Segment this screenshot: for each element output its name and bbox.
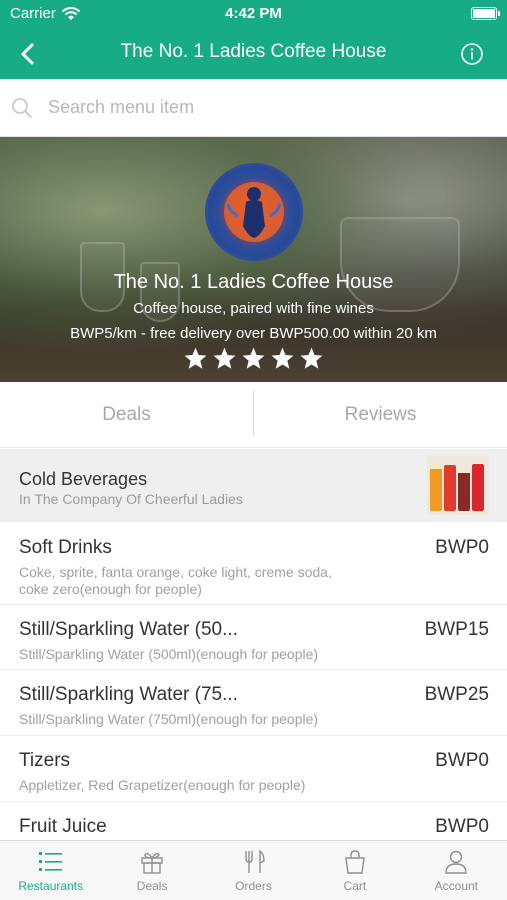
tabbar-label: Cart [343, 879, 367, 893]
restaurant-hero: The No. 1 Ladies Coffee House Coffee hou… [0, 137, 507, 382]
rating-stars [0, 346, 507, 371]
star-icon [271, 347, 294, 369]
delivery-info: BWP5/km - free delivery over BWP500.00 w… [70, 325, 437, 342]
status-bar: Carrier 4:42 PM [0, 0, 507, 28]
star-icon [300, 347, 323, 369]
menu-item-description: Coke, sprite, fanta orange, coke light, … [19, 564, 332, 597]
menu-item[interactable]: Still/Sparkling Water (50... BWP15 Still… [0, 605, 507, 670]
gift-icon [141, 852, 163, 874]
menu-item-description: Still/Sparkling Water (750ml)(enough for… [19, 711, 319, 727]
menu-item-name: Still/Sparkling Water (75... [19, 684, 238, 705]
status-time: 4:42 PM [225, 5, 282, 22]
battery-icon [471, 7, 500, 20]
menu-item-price: BWP15 [424, 619, 489, 640]
tabbar-label: Account [434, 879, 478, 893]
tabbar-restaurants[interactable]: Restaurants [0, 841, 101, 900]
category-thumbnail [427, 455, 489, 515]
menu-item-price: BWP25 [424, 684, 489, 705]
restaurants-icon [38, 852, 62, 871]
star-icon [242, 347, 265, 369]
bottom-tab-bar: Restaurants Deals Orders Cart Account [0, 840, 507, 900]
tabbar-label: Restaurants [18, 879, 84, 893]
search-input[interactable] [48, 97, 468, 118]
category-header[interactable]: Cold Beverages In The Company Of Cheerfu… [0, 449, 507, 522]
search-bar [0, 79, 507, 137]
tabbar-account[interactable]: Account [406, 841, 507, 900]
tabbar-cart[interactable]: Cart [304, 841, 405, 900]
info-icon[interactable] [459, 41, 485, 67]
orders-icon [244, 849, 265, 873]
restaurant-logo [205, 163, 303, 261]
category-title: Cold Beverages [19, 469, 148, 489]
menu-item-price: BWP0 [435, 537, 489, 558]
tab-reviews[interactable]: Reviews [254, 382, 507, 447]
menu-item-name: Tizers [19, 750, 71, 771]
tabbar-label: Orders [235, 879, 272, 893]
restaurant-name: The No. 1 Ladies Coffee House [113, 271, 394, 293]
star-icon [184, 347, 207, 369]
menu-item-price: BWP0 [435, 750, 489, 771]
menu-item-name: Soft Drinks [19, 537, 112, 558]
search-icon [12, 97, 32, 118]
menu-item-name: Still/Sparkling Water (50... [19, 619, 238, 640]
menu-item[interactable]: Still/Sparkling Water (75... BWP25 Still… [0, 670, 507, 736]
back-icon[interactable] [14, 40, 42, 68]
category-subtitle: In The Company Of Cheerful Ladies [19, 491, 243, 507]
menu-item[interactable]: Tizers BWP0 Appletizer, Red Grapetizer(e… [0, 736, 507, 802]
tabbar-label: Deals [136, 879, 168, 893]
tab-deals[interactable]: Deals [0, 382, 253, 447]
restaurant-tagline: Coffee house, paired with fine wines [133, 300, 374, 317]
segment-tabs: Deals Reviews [0, 382, 507, 448]
tabbar-deals[interactable]: Deals [101, 841, 202, 900]
star-icon [213, 347, 236, 369]
menu-item-price: BWP0 [435, 816, 489, 837]
menu-item-description: Appletizer, Red Grapetizer(enough for pe… [19, 777, 306, 793]
menu-item-description: Still/Sparkling Water (500ml)(enough for… [19, 646, 319, 662]
menu-item-name: Fruit Juice [19, 816, 107, 837]
tabbar-orders[interactable]: Orders [203, 841, 304, 900]
menu-item[interactable]: Soft Drinks BWP0 Coke, sprite, fanta ora… [0, 522, 507, 605]
nav-bar: The No. 1 Ladies Coffee House [0, 28, 507, 79]
account-icon [445, 850, 468, 874]
cart-icon [345, 850, 365, 874]
nav-title: The No. 1 Ladies Coffee House [120, 41, 387, 62]
